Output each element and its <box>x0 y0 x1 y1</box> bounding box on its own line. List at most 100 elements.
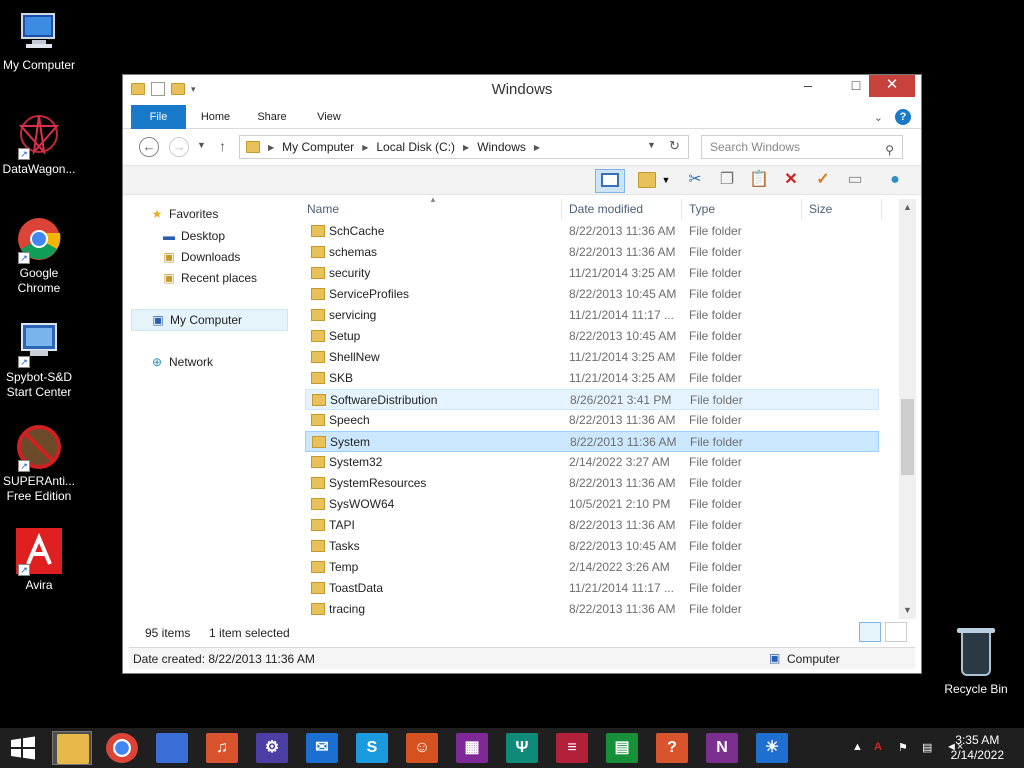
forward-button[interactable]: → <box>169 137 189 157</box>
paste-icon[interactable]: 📋 <box>747 169 771 193</box>
minimize-button[interactable]: – <box>795 75 821 97</box>
nav-downloads[interactable]: ▣ Downloads <box>161 250 240 264</box>
chevron-right-icon[interactable]: ▶ <box>268 143 274 152</box>
network-tray-icon[interactable]: ▤ <box>922 741 932 754</box>
back-button[interactable]: ← <box>139 137 159 157</box>
column-name[interactable]: Name <box>307 202 339 216</box>
chevron-right-icon[interactable]: ▶ <box>534 143 540 152</box>
taskbar-app-app-blue-flame[interactable] <box>152 731 192 765</box>
large-icons-view-button[interactable] <box>885 622 907 642</box>
rename-icon[interactable]: ▭ <box>843 169 867 193</box>
file-row[interactable]: tracing 8/22/2013 11:36 AM File folder <box>305 599 879 620</box>
folder-options-icon[interactable] <box>635 169 659 193</box>
file-row[interactable]: SchCache 8/22/2013 11:36 AM File folder <box>305 221 879 242</box>
check-icon[interactable]: ✓ <box>811 169 835 193</box>
file-row[interactable]: SoftwareDistribution 8/26/2021 3:41 PM Fil… <box>305 389 879 410</box>
taskbar-app-onenote[interactable]: N <box>702 731 742 765</box>
file-row[interactable]: servicing 11/21/2014 11:17 ... File folder <box>305 305 879 326</box>
delete-icon[interactable]: ✕ <box>779 169 803 193</box>
file-row[interactable]: Temp 2/14/2022 3:26 AM File folder <box>305 557 879 578</box>
desktop-icon-recycle-bin[interactable]: Recycle Bin <box>942 628 1010 696</box>
taskbar-app-food-drink[interactable]: Ψ <box>502 731 542 765</box>
taskbar-app-music[interactable]: ♫ <box>202 731 242 765</box>
title-bar[interactable]: ▾ Windows – □ ✕ <box>123 75 921 105</box>
tab-file[interactable]: File <box>131 105 186 129</box>
file-row[interactable]: System 8/22/2013 11:36 AM File folder <box>305 431 879 452</box>
desktop-icon-my-computer[interactable]: My Computer <box>0 8 78 73</box>
nav-my-computer[interactable]: ▣ My Computer <box>131 309 288 331</box>
tab-share[interactable]: Share <box>251 105 293 129</box>
column-date-modified[interactable]: Date modified <box>569 202 643 216</box>
nav-desktop[interactable]: ▬ Desktop <box>161 229 225 243</box>
taskbar-app-mail[interactable]: ✉ <box>302 731 342 765</box>
clock[interactable]: 3:35 AM 2/14/2022 <box>951 733 1004 763</box>
breadcrumb-local-disk[interactable]: Local Disk (C:) <box>376 140 455 154</box>
file-row[interactable]: schemas 8/22/2013 11:36 AM File folder <box>305 242 879 263</box>
file-row[interactable]: ToastData 11/21/2014 11:17 ... File folder <box>305 578 879 599</box>
up-button[interactable]: ↑ <box>219 138 226 154</box>
file-row[interactable]: ShellNew 11/21/2014 3:25 AM File folder <box>305 347 879 368</box>
tab-view[interactable]: View <box>308 105 350 129</box>
file-row[interactable]: SKB 11/21/2014 3:25 AM File folder <box>305 368 879 389</box>
tab-home[interactable]: Home <box>193 105 238 129</box>
dropdown-icon[interactable]: ▼ <box>659 169 673 193</box>
chevron-right-icon[interactable]: ▶ <box>362 143 368 152</box>
file-row[interactable]: Tasks 8/22/2013 10:45 AM File folder <box>305 536 879 557</box>
help-icon[interactable]: ? <box>895 109 911 125</box>
taskbar-app-store[interactable]: ▤ <box>602 731 642 765</box>
show-hidden-icons[interactable]: ▲ <box>852 741 863 753</box>
file-row[interactable]: Setup 8/22/2013 10:45 AM File folder <box>305 326 879 347</box>
breadcrumb-windows[interactable]: Windows <box>477 140 526 154</box>
recent-locations-icon[interactable]: ▼ <box>197 140 206 150</box>
action-center-icon[interactable]: ⚑ <box>898 741 908 754</box>
taskbar-app-skype[interactable]: S <box>352 731 392 765</box>
scrollbar-thumb[interactable] <box>901 399 914 475</box>
desktop-icon-google-chrome[interactable]: ↗ Google Chrome <box>0 216 78 296</box>
file-row[interactable]: ServiceProfiles 8/22/2013 10:45 AM File fo… <box>305 284 879 305</box>
desktop-icon-spybot[interactable]: ↗ Spybot-S&D Start Center <box>0 320 78 400</box>
taskbar-app-chrome[interactable] <box>102 731 142 765</box>
taskbar-app-help[interactable]: ? <box>652 731 692 765</box>
desktop-icon-datawagon[interactable]: ↗ DataWagon... <box>0 112 78 177</box>
close-button[interactable]: ✕ <box>869 75 915 97</box>
file-row[interactable]: SysWOW64 10/5/2021 2:10 PM File folder <box>305 494 879 515</box>
preview-pane-button[interactable] <box>595 169 625 193</box>
copy-icon[interactable]: ❐ <box>715 169 739 193</box>
breadcrumb-my-computer[interactable]: My Computer <box>282 140 354 154</box>
avira-tray-icon[interactable]: A <box>874 741 882 753</box>
column-type[interactable]: Type <box>689 202 715 216</box>
address-dropdown-icon[interactable]: ▼ <box>647 140 656 150</box>
maximize-button[interactable]: □ <box>843 75 869 97</box>
chevron-right-icon[interactable]: ▶ <box>463 143 469 152</box>
vertical-scrollbar[interactable]: ▲ ▼ <box>899 199 916 619</box>
taskbar-app-settings[interactable]: ⚙ <box>252 731 292 765</box>
details-view-button[interactable] <box>859 622 881 642</box>
taskbar-app-weather[interactable]: ☀ <box>752 731 792 765</box>
column-size[interactable]: Size <box>809 202 832 216</box>
search-input[interactable]: Search Windows ⚲ <box>701 135 903 159</box>
nav-network[interactable]: ⊕ Network <box>149 355 213 369</box>
expand-ribbon-icon[interactable]: ⌄ <box>874 111 883 124</box>
computer-icon <box>16 8 62 54</box>
nav-recent-places[interactable]: ▣ Recent places <box>161 271 257 285</box>
scroll-up-icon[interactable]: ▲ <box>899 199 916 216</box>
desktop-icon-avira[interactable]: ↗ Avira <box>0 528 78 593</box>
nav-favorites[interactable]: ★ Favorites <box>149 207 219 221</box>
file-row[interactable]: System32 2/14/2022 3:27 AM File folder <box>305 452 879 473</box>
refresh-icon[interactable]: ↻ <box>669 138 680 154</box>
address-bar[interactable]: ▶ My Computer ▶ Local Disk (C:) ▶ Window… <box>239 135 689 159</box>
scroll-down-icon[interactable]: ▼ <box>899 602 916 619</box>
taskbar-app-maps[interactable]: ▦ <box>452 731 492 765</box>
desktop-icon-superantispyware[interactable]: ↗ SUPERAnti... Free Edition <box>0 424 78 504</box>
file-row[interactable]: security 11/21/2014 3:25 AM File folder <box>305 263 879 284</box>
search-icon[interactable]: ⚲ <box>885 139 894 161</box>
start-button[interactable] <box>10 736 36 760</box>
taskbar-app-file-explorer[interactable] <box>52 731 92 765</box>
taskbar-app-news[interactable]: ≡ <box>552 731 592 765</box>
file-row[interactable]: TAPI 8/22/2013 11:36 AM File folder <box>305 515 879 536</box>
file-row[interactable]: SystemResources 8/22/2013 11:36 AM File fo… <box>305 473 879 494</box>
globe-icon[interactable]: ● <box>883 169 907 193</box>
cut-icon[interactable]: ✂ <box>683 169 707 193</box>
taskbar-app-people[interactable]: ☺ <box>402 731 442 765</box>
file-row[interactable]: Speech 8/22/2013 11:36 AM File folder <box>305 410 879 431</box>
